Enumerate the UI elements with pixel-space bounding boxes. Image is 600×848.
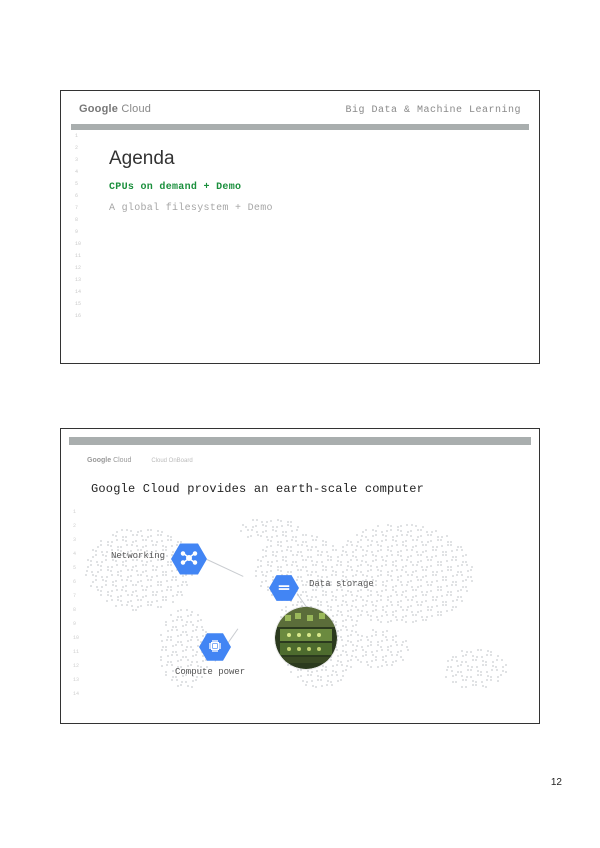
agenda-item: A global filesystem + Demo xyxy=(109,203,521,214)
slide-1-header-right: Big Data & Machine Learning xyxy=(345,105,521,116)
slide-1-body: 1 2 3 4 5 6 7 8 9 10 11 12 13 14 15 16 xyxy=(69,130,531,214)
storage-label: Data storage xyxy=(309,579,374,589)
networking-node xyxy=(171,543,207,575)
page-number: 12 xyxy=(551,777,562,788)
slide-1-line-numbers: 1 2 3 4 5 6 7 8 9 10 11 12 13 14 15 16 xyxy=(75,130,81,322)
brand-suffix-2: Cloud xyxy=(111,457,131,464)
networking-label: Networking xyxy=(111,551,165,561)
brand-sub: Cloud OnBoard xyxy=(151,458,192,464)
slide-2: Google Cloud Cloud OnBoard Google Cloud … xyxy=(60,428,540,724)
slide-2-line-numbers: 1 2 3 4 5 6 7 8 9 10 11 12 13 14 xyxy=(73,505,79,701)
slide-1-brand: Google Cloud xyxy=(79,103,151,115)
slide-1-title: Agenda xyxy=(109,148,521,170)
slide-1-header: Google Cloud Big Data & Machine Learning xyxy=(69,97,531,120)
compute-icon xyxy=(207,638,223,656)
brand-prefix: Google xyxy=(79,103,118,115)
slide-2-title: Google Cloud provides an earth-scale com… xyxy=(91,482,531,496)
datacenter-photo xyxy=(275,607,337,669)
agenda-item-highlight: CPUs on demand + Demo xyxy=(109,182,521,193)
storage-icon xyxy=(277,580,291,596)
slide-2-brand: Google Cloud Cloud OnBoard xyxy=(69,445,531,464)
slide-2-content: Google Cloud Cloud OnBoard Google Cloud … xyxy=(69,445,531,715)
brand-prefix-2: Google xyxy=(87,457,111,464)
slide-1: Google Cloud Big Data & Machine Learning… xyxy=(60,90,540,364)
compute-node xyxy=(199,633,231,661)
networking-icon xyxy=(180,549,198,569)
slide-2-divider xyxy=(69,437,531,445)
brand-suffix: Cloud xyxy=(118,103,151,115)
compute-label: Compute power xyxy=(175,667,245,677)
storage-node xyxy=(269,575,299,601)
